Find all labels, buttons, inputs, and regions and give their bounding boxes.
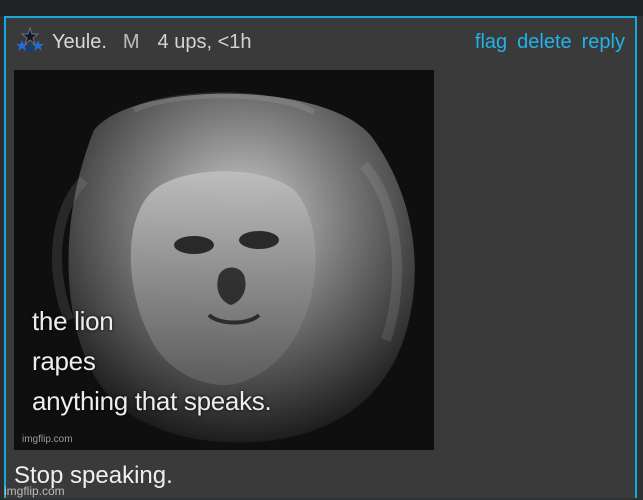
comment-meta: 4 ups, <1h [157,30,252,53]
reply-link[interactable]: reply [582,31,625,54]
delete-link[interactable]: delete [517,31,572,54]
meme-watermark: imgflip.com [22,434,73,445]
meme-image[interactable]: the lion rapes anything that speaks. img… [14,70,434,450]
top-bar [0,0,643,16]
mod-badge: M [122,30,140,53]
username-link[interactable]: Yeule. [52,31,107,54]
meme-line-3: anything that speaks. [32,386,272,416]
page-watermark: imgflip.com [4,484,65,498]
stars-avatar-icon[interactable] [14,26,46,58]
flag-link[interactable]: flag [475,31,507,54]
comment-header: Yeule. M 4 ups, <1h flag delete reply [14,26,625,58]
comment-actions: flag delete reply [475,31,625,54]
meme-line-1: the lion [32,306,114,336]
comment-card: Yeule. M 4 ups, <1h flag delete reply th… [4,16,637,498]
meme-line-2: rapes [32,346,96,376]
